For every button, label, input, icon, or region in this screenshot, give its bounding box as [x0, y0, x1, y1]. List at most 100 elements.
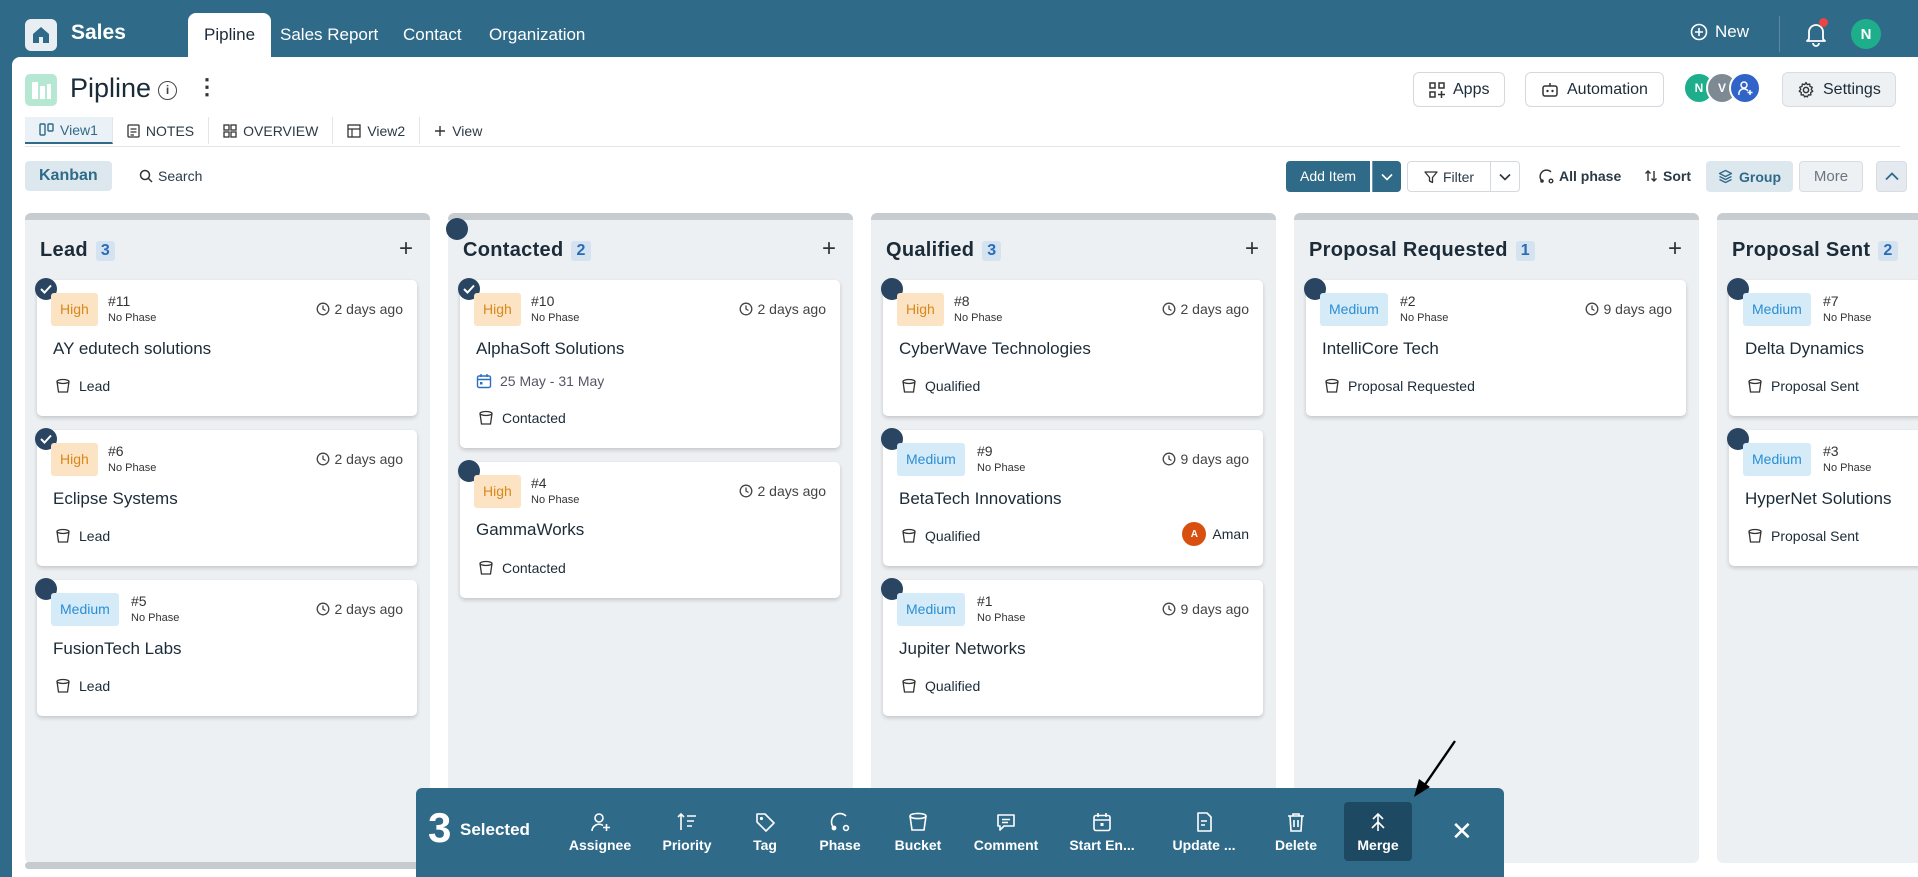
- card-assignee[interactable]: A Aman: [1182, 522, 1249, 546]
- nav-tab-organization[interactable]: Organization: [473, 13, 601, 57]
- add-card-button[interactable]: +: [822, 237, 836, 261]
- group-button[interactable]: Group: [1706, 161, 1793, 192]
- card-title[interactable]: AlphaSoft Solutions: [476, 339, 624, 359]
- column-select-checkbox[interactable]: [446, 218, 468, 240]
- card-bucket[interactable]: Contacted: [478, 410, 566, 426]
- info-icon[interactable]: i: [158, 81, 177, 100]
- card-phase: No Phase: [977, 612, 1026, 624]
- card-bucket[interactable]: Qualified: [901, 378, 980, 394]
- view-tab-view2[interactable]: View2: [333, 117, 421, 144]
- card-bucket[interactable]: Lead: [55, 528, 110, 544]
- merge-action[interactable]: Merge: [1344, 802, 1412, 861]
- bucket-action[interactable]: Bucket: [888, 802, 948, 861]
- card-title[interactable]: GammaWorks: [476, 520, 584, 540]
- all-phase-button[interactable]: All phase: [1539, 168, 1621, 184]
- add-view-tab[interactable]: View: [420, 117, 496, 144]
- assignee-action[interactable]: Assignee: [562, 802, 638, 861]
- start-end-action[interactable]: Start En...: [1062, 802, 1142, 861]
- card-bucket[interactable]: Contacted: [478, 560, 566, 576]
- kanban-toggle[interactable]: Kanban: [25, 161, 112, 191]
- card-title[interactable]: AY edutech solutions: [53, 339, 211, 359]
- time-text: 2 days ago: [334, 451, 404, 467]
- card-title[interactable]: CyberWave Technologies: [899, 339, 1091, 359]
- card-bucket[interactable]: Proposal Sent: [1747, 378, 1859, 394]
- home-button[interactable]: [25, 19, 57, 51]
- view-tab-notes[interactable]: NOTES: [113, 117, 210, 144]
- card[interactable]: Medium #5 No Phase 2 days ago FusionTech…: [35, 578, 417, 716]
- action-label: Tag: [753, 836, 777, 853]
- phase-action[interactable]: Phase: [810, 802, 870, 861]
- view-tab-overview[interactable]: OVERVIEW: [209, 117, 334, 144]
- priority-badge[interactable]: Medium: [1743, 293, 1811, 326]
- priority-badge[interactable]: High: [474, 293, 521, 326]
- add-item-button[interactable]: Add Item: [1286, 161, 1371, 192]
- card[interactable]: High #4 No Phase 2 days ago GammaWorks C…: [458, 460, 840, 598]
- card[interactable]: High #8 No Phase 2 days ago CyberWave Te…: [881, 278, 1263, 416]
- card[interactable]: High #11 No Phase 2 days ago AY edutech …: [35, 278, 417, 416]
- card-title[interactable]: Delta Dynamics: [1745, 339, 1864, 359]
- add-card-button[interactable]: +: [1668, 237, 1682, 261]
- filter-dropdown[interactable]: [1491, 161, 1520, 192]
- nav-tab-sales-report[interactable]: Sales Report: [264, 13, 394, 57]
- card-id: #7: [1823, 293, 1839, 309]
- card-bucket[interactable]: Proposal Requested: [1324, 378, 1475, 394]
- new-button[interactable]: New: [1690, 22, 1749, 42]
- tag-action[interactable]: Tag: [740, 802, 790, 861]
- card[interactable]: Medium #9 No Phase 9 days ago BetaTech I…: [881, 428, 1263, 566]
- card-bucket[interactable]: Proposal Sent: [1747, 528, 1859, 544]
- card-title[interactable]: Eclipse Systems: [53, 489, 178, 509]
- card-title[interactable]: BetaTech Innovations: [899, 489, 1062, 509]
- action-label: Priority: [662, 836, 712, 853]
- priority-action[interactable]: Priority: [652, 802, 722, 861]
- priority-badge[interactable]: Medium: [1320, 293, 1388, 326]
- page-title: Pipline: [70, 73, 152, 103]
- card-bucket[interactable]: Lead: [55, 378, 110, 394]
- card-title[interactable]: HyperNet Solutions: [1745, 489, 1891, 509]
- sort-button[interactable]: Sort: [1644, 168, 1691, 184]
- add-item-dropdown[interactable]: [1372, 161, 1401, 192]
- automation-button[interactable]: Automation: [1525, 72, 1664, 107]
- priority-badge[interactable]: High: [51, 443, 98, 476]
- card-bucket[interactable]: Lead: [55, 678, 110, 694]
- comment-action[interactable]: Comment: [968, 802, 1044, 861]
- card[interactable]: High #10 No Phase 2 days ago AlphaSoft S…: [458, 278, 840, 448]
- update-action[interactable]: Update ...: [1162, 802, 1246, 861]
- phase-icon: [1539, 168, 1554, 183]
- card[interactable]: Medium #3 No Phase HyperNet Solutions Pr…: [1727, 428, 1918, 566]
- card-phase: No Phase: [531, 312, 580, 324]
- priority-badge[interactable]: High: [474, 475, 521, 508]
- close-icon[interactable]: ✕: [1451, 818, 1473, 844]
- card-title[interactable]: FusionTech Labs: [53, 639, 182, 659]
- kebab-menu-icon[interactable]: ⋮: [196, 76, 218, 98]
- card-bucket[interactable]: Qualified: [901, 528, 980, 544]
- collapse-button[interactable]: [1876, 161, 1907, 192]
- card-dates[interactable]: 25 May - 31 May: [476, 373, 604, 389]
- card[interactable]: High #6 No Phase 2 days ago Eclipse Syst…: [35, 428, 417, 566]
- card[interactable]: Medium #2 No Phase 9 days ago IntelliCor…: [1304, 278, 1686, 416]
- card-bucket[interactable]: Qualified: [901, 678, 980, 694]
- delete-action[interactable]: Delete: [1266, 802, 1326, 861]
- nav-tab-contact[interactable]: Contact: [387, 13, 478, 57]
- search-button[interactable]: Search: [139, 168, 202, 184]
- card[interactable]: Medium #7 No Phase Delta Dynamics Propos…: [1727, 278, 1918, 416]
- priority-badge[interactable]: Medium: [897, 593, 965, 626]
- horizontal-scrollbar[interactable]: [25, 862, 425, 869]
- nav-tab-pipline[interactable]: Pipline: [188, 13, 272, 57]
- priority-badge[interactable]: Medium: [51, 593, 119, 626]
- apps-button[interactable]: Apps: [1413, 72, 1506, 107]
- filter-button[interactable]: Filter: [1407, 161, 1491, 192]
- settings-button[interactable]: Settings: [1782, 72, 1896, 107]
- priority-badge[interactable]: Medium: [897, 443, 965, 476]
- more-button[interactable]: More: [1799, 161, 1863, 192]
- add-member-avatar[interactable]: [1729, 72, 1761, 104]
- priority-badge[interactable]: Medium: [1743, 443, 1811, 476]
- user-avatar[interactable]: N: [1851, 19, 1881, 49]
- add-card-button[interactable]: +: [399, 237, 413, 261]
- add-card-button[interactable]: +: [1245, 237, 1259, 261]
- priority-badge[interactable]: High: [897, 293, 944, 326]
- priority-badge[interactable]: High: [51, 293, 98, 326]
- card[interactable]: Medium #1 No Phase 9 days ago Jupiter Ne…: [881, 578, 1263, 716]
- card-title[interactable]: IntelliCore Tech: [1322, 339, 1439, 359]
- card-title[interactable]: Jupiter Networks: [899, 639, 1026, 659]
- view-tab-view1[interactable]: View1: [25, 117, 113, 144]
